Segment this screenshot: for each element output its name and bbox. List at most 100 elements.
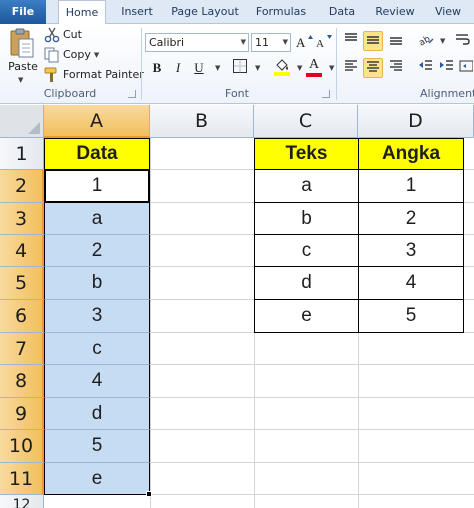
column-header-b[interactable]: B xyxy=(150,105,254,138)
svg-text:A: A xyxy=(316,38,324,49)
cut-button[interactable]: Cut xyxy=(44,26,82,44)
cell-a2[interactable]: 1 xyxy=(44,169,150,203)
tab-data[interactable]: Data xyxy=(322,0,362,24)
tab-file[interactable]: File xyxy=(0,0,46,24)
worksheet-grid[interactable]: A B C D 1 2 3 4 5 6 7 8 9 10 11 12 Data … xyxy=(0,105,474,508)
cell-d5[interactable]: 4 xyxy=(358,266,464,300)
decrease-indent-icon xyxy=(419,60,432,70)
grow-font-button[interactable]: A xyxy=(294,33,314,53)
font-color-dropdown-icon[interactable]: ▼ xyxy=(329,64,334,72)
underline-dropdown-icon[interactable]: ▼ xyxy=(215,64,220,72)
cell-c6[interactable]: e xyxy=(254,299,359,333)
cell-c2[interactable]: a xyxy=(254,169,359,203)
cell-c5[interactable]: d xyxy=(254,266,359,300)
row-header-9[interactable]: 9 xyxy=(0,398,44,430)
paste-dropdown-icon[interactable]: ▼ xyxy=(18,76,23,84)
align-middle-icon xyxy=(367,36,379,44)
font-size-combo[interactable]: 11 ▼ xyxy=(251,33,291,52)
font-name-combo[interactable]: Calibri ▼ xyxy=(145,33,249,52)
format-painter-button[interactable]: Format Painter xyxy=(44,66,144,84)
borders-dropdown-icon[interactable]: ▼ xyxy=(255,64,260,72)
column-header-d[interactable]: D xyxy=(358,105,474,138)
fill-color-button[interactable] xyxy=(272,58,292,78)
increase-indent-icon xyxy=(440,60,453,70)
cell-a7[interactable]: c xyxy=(44,333,150,365)
row-header-8[interactable]: 8 xyxy=(0,365,44,398)
grow-font-icon: A xyxy=(296,35,313,50)
align-right-button[interactable] xyxy=(386,58,406,78)
cell-a4[interactable]: 2 xyxy=(44,235,150,267)
row-header-2[interactable]: 2 xyxy=(0,170,44,203)
row-header-4[interactable]: 4 xyxy=(0,235,44,267)
row-header-12[interactable]: 12 xyxy=(0,495,44,508)
tab-formulas[interactable]: Formulas xyxy=(250,0,312,24)
merge-center-button[interactable] xyxy=(458,58,474,78)
cell-a6[interactable]: 3 xyxy=(44,300,150,333)
cell-c3[interactable]: b xyxy=(254,202,359,235)
tab-home[interactable]: Home xyxy=(58,0,106,25)
row-header-11[interactable]: 11 xyxy=(0,463,44,495)
tab-insert[interactable]: Insert xyxy=(114,0,160,24)
row-header-6[interactable]: 6 xyxy=(0,300,44,333)
font-color-button[interactable]: A xyxy=(304,57,324,77)
align-left-button[interactable] xyxy=(341,58,361,78)
clipboard-dialog-launcher-icon[interactable] xyxy=(128,90,136,98)
gridline xyxy=(150,138,151,508)
tab-view[interactable]: View xyxy=(428,0,468,24)
orientation-dropdown-icon[interactable]: ▼ xyxy=(440,37,445,45)
ribbon-home: Paste ▼ Cut Copy ▼ Format Painter Clipboa… xyxy=(0,24,474,104)
cell-d2[interactable]: 1 xyxy=(358,169,464,203)
increase-indent-button[interactable] xyxy=(437,58,457,78)
fill-handle[interactable] xyxy=(146,491,152,497)
orientation-button[interactable]: ab xyxy=(416,31,436,51)
cell-c4[interactable]: c xyxy=(254,234,359,267)
align-top-button[interactable] xyxy=(341,31,361,51)
font-color-swatch xyxy=(306,73,322,77)
row-header-1[interactable]: 1 xyxy=(0,138,44,170)
row-header-5[interactable]: 5 xyxy=(0,267,44,300)
tab-review[interactable]: Review xyxy=(370,0,420,24)
column-header-c[interactable]: C xyxy=(254,105,358,138)
cell-a3[interactable]: a xyxy=(44,203,150,235)
font-size-value: 11 xyxy=(255,36,269,49)
underline-button[interactable]: U xyxy=(189,58,209,78)
cell-a9[interactable]: d xyxy=(44,398,150,430)
cell-d6[interactable]: 5 xyxy=(358,299,464,333)
bold-button[interactable]: B xyxy=(147,58,167,78)
chevron-down-icon: ▼ xyxy=(240,38,246,46)
alignment-group-label: Alignment xyxy=(420,87,474,100)
decrease-indent-button[interactable] xyxy=(416,58,436,78)
align-middle-button[interactable] xyxy=(363,31,383,51)
cell-a11[interactable]: e xyxy=(44,463,150,495)
paste-button[interactable]: Paste ▼ xyxy=(4,26,38,84)
cell-d1[interactable]: Angka xyxy=(358,138,464,170)
paste-label: Paste xyxy=(8,60,38,73)
cell-c1[interactable]: Teks xyxy=(254,138,359,170)
cell-a5[interactable]: b xyxy=(44,267,150,300)
row-header-7[interactable]: 7 xyxy=(0,333,44,365)
row-header-3[interactable]: 3 xyxy=(0,203,44,235)
shrink-font-button[interactable]: A xyxy=(314,33,334,53)
row-header-10[interactable]: 10 xyxy=(0,430,44,463)
borders-button[interactable] xyxy=(230,58,250,78)
cell-d4[interactable]: 3 xyxy=(358,234,464,267)
copy-button[interactable]: Copy ▼ xyxy=(44,46,99,64)
cell-a10[interactable]: 5 xyxy=(44,430,150,463)
select-all-button[interactable] xyxy=(0,105,44,138)
align-bottom-button[interactable] xyxy=(386,31,406,51)
align-left-icon xyxy=(345,60,357,71)
wrap-text-button[interactable] xyxy=(452,31,472,51)
cell-a8[interactable]: 4 xyxy=(44,365,150,398)
tab-page-layout[interactable]: Page Layout xyxy=(168,0,242,24)
cell-a1[interactable]: Data xyxy=(44,138,150,170)
column-header-a[interactable]: A xyxy=(44,105,150,138)
copy-dropdown-icon[interactable]: ▼ xyxy=(94,51,99,59)
align-top-icon xyxy=(345,33,357,41)
cell-d3[interactable]: 2 xyxy=(358,202,464,235)
fill-color-dropdown-icon[interactable]: ▼ xyxy=(297,64,302,72)
align-center-button[interactable] xyxy=(363,58,383,78)
scissors-icon xyxy=(44,27,60,43)
italic-button[interactable]: I xyxy=(168,58,188,78)
font-dialog-launcher-icon[interactable] xyxy=(322,90,330,98)
font-group-label: Font xyxy=(225,87,249,100)
